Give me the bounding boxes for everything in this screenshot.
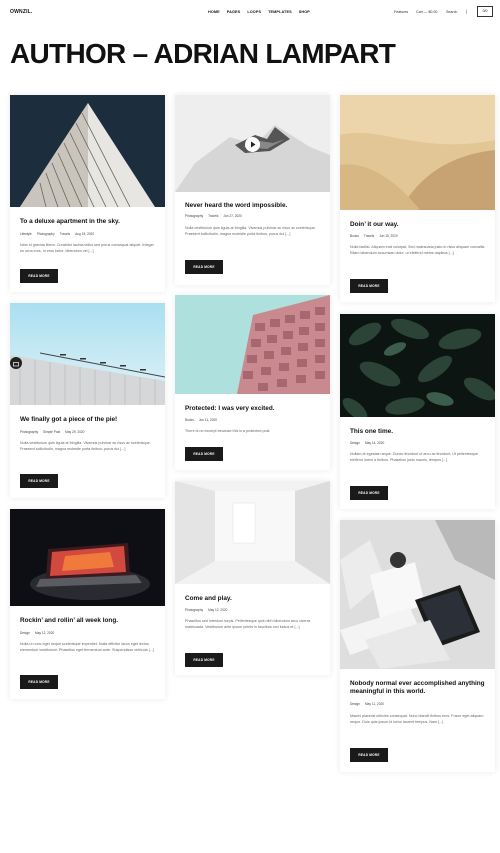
read-more-button[interactable]: READ MORE: [20, 474, 58, 488]
post-card: This one time. Design May 14, 2020 Nullam…: [340, 314, 495, 509]
site-header: OWNZIL. HOME PAGES LOOPS TEMPLATES SHOP …: [0, 0, 500, 26]
read-more-button[interactable]: READ MORE: [185, 447, 223, 461]
post-card: We finally got a piece of the pie! Photo…: [10, 303, 165, 498]
post-excerpt: Nulla ut nunc eget neque scelerisque imp…: [20, 642, 154, 653]
post-meta: Photography May 12, 2020: [185, 608, 232, 612]
post-image-stadium[interactable]: [10, 303, 165, 405]
cart-button[interactable]: 0/0: [477, 6, 493, 17]
post-excerpt: Nulla vestibulum quis ligula at fringill…: [185, 226, 316, 237]
post-title[interactable]: Doin’ it our way.: [350, 221, 490, 229]
post-excerpt: Mauris placerat ultricies consequat. Nun…: [350, 714, 484, 725]
post-date: May 29, 2020: [65, 430, 85, 434]
post-excerpt: Nam id gravida libero. Curabitur lacinia…: [20, 243, 154, 254]
post-excerpt: Nulla vestibulum quis ligula at fringill…: [20, 441, 151, 452]
post-image-facade[interactable]: [175, 295, 330, 394]
post-meta: Photography Travels Jun 27, 2020: [185, 214, 247, 218]
post-category[interactable]: Books: [185, 418, 194, 422]
main-nav: HOME PAGES LOOPS TEMPLATES SHOP: [208, 10, 310, 14]
post-image-devices[interactable]: [340, 520, 495, 669]
read-more-button[interactable]: READ MORE: [185, 653, 223, 667]
post-title[interactable]: Come and play.: [185, 595, 325, 603]
post-card: Rockin’ and rollin’ all week long. Desig…: [10, 509, 165, 699]
post-title[interactable]: Never heard the word impossible.: [185, 202, 325, 210]
post-excerpt: Phasellus sed interdum turpis. Pellentes…: [185, 619, 311, 630]
cart-link[interactable]: Cart — $0.00: [416, 10, 437, 14]
post-title[interactable]: Protected: I was very excited.: [185, 405, 325, 413]
post-category[interactable]: Design: [20, 631, 30, 635]
nav-home[interactable]: HOME: [208, 10, 220, 14]
post-category[interactable]: Photography: [20, 430, 38, 434]
post-excerpt: There is no excerpt because this is a pr…: [185, 429, 271, 433]
post-category[interactable]: Photography: [185, 214, 203, 218]
post-meta: Lifestyle Photography Travels Aug 15, 2020: [20, 232, 99, 236]
read-more-button[interactable]: READ MORE: [350, 748, 388, 762]
post-date: Aug 15, 2020: [75, 232, 95, 236]
post-title[interactable]: Rockin’ and rollin’ all week long.: [20, 617, 160, 625]
post-card: Come and play. Photography May 12, 2020 P…: [175, 481, 330, 675]
nav-loops[interactable]: LOOPS: [247, 10, 261, 14]
post-meta: Books Jun 11, 2020: [185, 418, 222, 422]
post-date: May 14, 2020: [364, 441, 385, 445]
post-image-desert[interactable]: [340, 95, 495, 210]
post-date: May 12, 2020: [208, 608, 228, 612]
camera-icon: [13, 362, 19, 367]
post-image-architecture[interactable]: [10, 95, 165, 207]
features-link[interactable]: Features: [394, 10, 408, 14]
post-image-laptop[interactable]: [10, 509, 165, 606]
post-category[interactable]: Books: [350, 234, 359, 238]
read-more-button[interactable]: READ MORE: [350, 486, 388, 500]
post-excerpt: Nullam at egestas neque. Donec tincidunt…: [350, 452, 478, 463]
post-image-white-room[interactable]: [175, 481, 330, 584]
post-card: Nobody normal ever accomplished anything…: [340, 520, 495, 772]
post-title[interactable]: This one time.: [350, 428, 490, 436]
post-image-leaves[interactable]: [340, 314, 495, 417]
page-title: AUTHOR – ADRIAN LAMPART: [10, 38, 396, 69]
post-category[interactable]: Lifestyle: [20, 232, 32, 236]
gallery-format-badge: [10, 357, 22, 369]
post-title[interactable]: Nobody normal ever accomplished anything…: [350, 680, 490, 696]
nav-shop[interactable]: SHOP: [299, 10, 310, 14]
post-meta: Design May 14, 2020: [350, 441, 389, 445]
post-date: Jun 27, 2020: [223, 214, 242, 218]
post-category[interactable]: Travels: [208, 214, 218, 218]
post-category[interactable]: Design: [350, 702, 360, 706]
post-meta: Design May 11, 2020: [350, 702, 389, 706]
post-excerpt: Nulla facilisi. Aliquam erat volutpat. S…: [350, 245, 486, 256]
read-more-button[interactable]: READ MORE: [350, 279, 388, 293]
post-title[interactable]: To a deluxe apartment in the sky.: [20, 218, 160, 226]
post-date: May 12, 2020: [34, 631, 55, 635]
post-category[interactable]: Photography: [185, 608, 203, 612]
post-category[interactable]: Photography: [37, 232, 55, 236]
post-card: Protected: I was very excited. Books Jun …: [175, 295, 330, 470]
read-more-button[interactable]: READ MORE: [185, 260, 223, 274]
post-date: May 11, 2020: [364, 702, 385, 706]
post-card: To a deluxe apartment in the sky. Lifest…: [10, 95, 165, 292]
nav-templates[interactable]: TEMPLATES: [268, 10, 292, 14]
search-link[interactable]: Search: [446, 10, 457, 14]
post-card: Never heard the word impossible. Photogr…: [175, 95, 330, 285]
post-category[interactable]: Simple Post: [43, 430, 60, 434]
site-logo[interactable]: OWNZIL.: [10, 9, 33, 15]
read-more-button[interactable]: READ MORE: [20, 675, 58, 689]
post-meta: Design May 12, 2020: [20, 631, 59, 635]
nav-pages[interactable]: PAGES: [227, 10, 241, 14]
post-meta: Books Travels Jun 15, 2020: [350, 234, 403, 238]
header-divider: |: [466, 9, 468, 14]
play-icon: [251, 141, 256, 148]
read-more-button[interactable]: READ MORE: [20, 269, 58, 283]
video-play-button[interactable]: [245, 137, 260, 152]
post-category[interactable]: Travels: [60, 232, 70, 236]
post-category[interactable]: Travels: [364, 234, 374, 238]
post-date: Jun 11, 2020: [198, 418, 218, 422]
post-title[interactable]: We finally got a piece of the pie!: [20, 416, 160, 424]
post-date: Jun 15, 2020: [379, 234, 398, 238]
post-meta: Photography Simple Post May 29, 2020: [20, 430, 89, 434]
post-card: Doin’ it our way. Books Travels Jun 15, 20…: [340, 95, 495, 302]
post-category[interactable]: Design: [350, 441, 360, 445]
